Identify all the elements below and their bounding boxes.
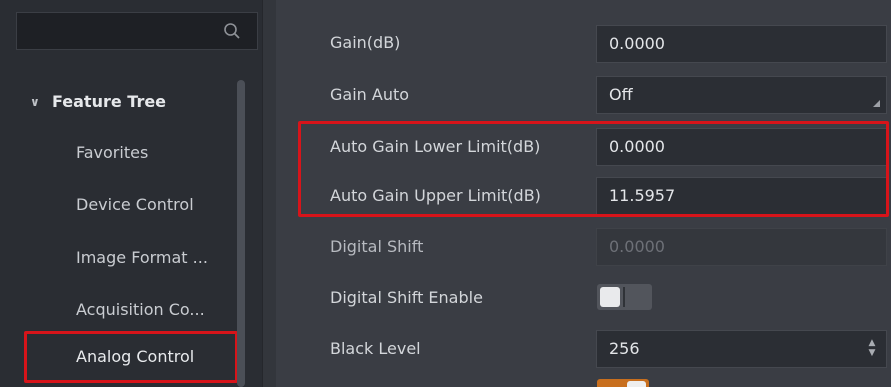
tree-header-label: Feature Tree (52, 92, 167, 111)
tree-header-feature-tree[interactable]: ∨ Feature Tree (0, 82, 236, 122)
chevron-down-icon[interactable]: ∨ (30, 82, 52, 122)
auto-gain-lower-limit-input[interactable]: 0.0000 (596, 128, 887, 166)
black-level-value: 256 (609, 339, 640, 358)
gain-input[interactable]: 0.0000 (596, 25, 887, 63)
toggle-knob (600, 287, 620, 307)
spin-arrows-icon[interactable]: ▲ ▼ (867, 338, 877, 360)
tree-item-device-control[interactable]: Device Control (0, 185, 236, 225)
tree-item-label: Acquisition Co... (76, 300, 205, 319)
toggle-divider (623, 287, 625, 307)
toggle-knob (627, 381, 646, 387)
tree-item-label: Image Format ... (76, 248, 208, 267)
gain-auto-dropdown[interactable]: Off (596, 76, 887, 114)
tree-item-image-format[interactable]: Image Format ... (0, 238, 236, 278)
tree-item-analog-control[interactable]: Analog Control (0, 337, 236, 377)
tree-item-label: Analog Control (76, 347, 195, 366)
feature-tree-panel: ∨ Feature Tree Favorites Device Control I… (0, 0, 262, 387)
tree-item-label: Device Control (76, 195, 194, 214)
search-input[interactable] (16, 12, 258, 50)
tree-item-favorites[interactable]: Favorites (0, 133, 236, 173)
property-label-auto-gain-upper-limit: Auto Gain Upper Limit(dB) (330, 186, 541, 205)
partial-toggle-on[interactable] (597, 379, 649, 387)
property-label-black-level: Black Level (330, 339, 421, 358)
dropdown-arrow-icon (873, 100, 880, 107)
black-level-spinbox[interactable]: 256 ▲ ▼ (596, 330, 887, 368)
digital-shift-enable-toggle[interactable] (597, 284, 652, 310)
property-label-gain: Gain(dB) (330, 33, 401, 52)
tree-scrollbar[interactable] (237, 80, 245, 387)
tree-item-label: Favorites (76, 143, 149, 162)
tree-item-acquisition-control[interactable]: Acquisition Co... (0, 290, 236, 330)
property-label-digital-shift: Digital Shift (330, 237, 424, 256)
digital-shift-input: 0.0000 (596, 228, 887, 266)
property-label-auto-gain-lower-limit: Auto Gain Lower Limit(dB) (330, 137, 541, 156)
panel-divider[interactable] (262, 0, 276, 387)
gain-auto-value: Off (609, 85, 633, 104)
property-label-gain-auto: Gain Auto (330, 85, 410, 104)
search-icon[interactable] (223, 22, 241, 40)
property-label-digital-shift-enable: Digital Shift Enable (330, 288, 483, 307)
auto-gain-upper-limit-input[interactable]: 11.5957 (596, 177, 887, 215)
